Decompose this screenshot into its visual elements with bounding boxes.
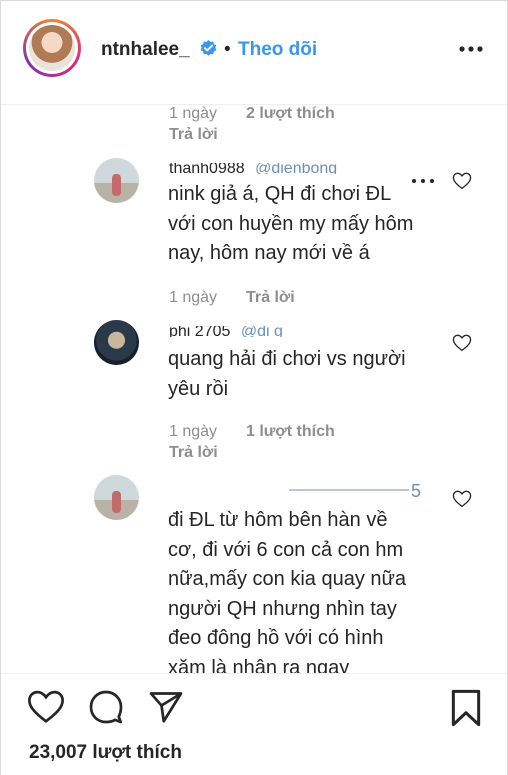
mention-handle[interactable]: 5 bbox=[411, 481, 421, 502]
commenter-avatar[interactable] bbox=[94, 320, 139, 365]
comment-text: quang hải đi chơi vs người yêu rồi bbox=[168, 348, 406, 400]
commenter-avatar[interactable] bbox=[94, 158, 139, 203]
follow-button[interactable]: Theo dõi bbox=[238, 39, 317, 61]
verified-badge-icon bbox=[200, 39, 217, 56]
profile-avatar[interactable] bbox=[23, 19, 81, 77]
more-options-icon[interactable] bbox=[458, 39, 484, 59]
like-heart-icon[interactable] bbox=[27, 689, 65, 725]
comment-text: nink giả á, QH đi chơi ĐL với con huyền … bbox=[168, 183, 414, 264]
mention-handle[interactable]: @dienbong bbox=[255, 163, 337, 174]
like-comment-heart-icon[interactable] bbox=[452, 334, 472, 352]
avatar-photo bbox=[29, 25, 75, 71]
mention-handle[interactable]: @di g bbox=[241, 326, 283, 337]
commenter-name[interactable]: thanh0988 @dienbong bbox=[169, 163, 337, 174]
reply-button[interactable]: Trả lời bbox=[246, 289, 295, 307]
comment-text: đi ĐL từ hôm bên hàn về cơ, đi với 6 con… bbox=[168, 509, 407, 673]
likes-count[interactable]: 23,007 lượt thích bbox=[29, 742, 182, 764]
reply-button[interactable]: Trả lời bbox=[169, 126, 218, 144]
separator-dot: • bbox=[224, 39, 231, 60]
comment-time: 1 ngày bbox=[169, 289, 218, 306]
like-comment-heart-icon[interactable] bbox=[452, 490, 472, 508]
comment-time: 1 ngày bbox=[169, 105, 218, 122]
reply-button[interactable]: Trả lời bbox=[169, 444, 218, 462]
comment-bubble-icon[interactable] bbox=[88, 689, 124, 725]
save-bookmark-icon[interactable] bbox=[449, 689, 483, 727]
comment-likes[interactable]: 2 lượt thích bbox=[246, 105, 335, 123]
commenter-name[interactable]: phi 2705 @di g bbox=[169, 326, 283, 337]
like-comment-heart-icon[interactable] bbox=[452, 172, 472, 190]
comment-likes[interactable]: 1 lượt thích bbox=[246, 423, 335, 441]
username[interactable]: ntnhalee_ bbox=[101, 39, 190, 61]
post-header: ntnhalee_ • Theo dõi bbox=[1, 1, 507, 105]
post-panel: ntnhalee_ • Theo dõi 1 ngày 2 lượt thích… bbox=[0, 0, 508, 775]
share-send-icon[interactable] bbox=[148, 689, 184, 725]
comment-time: 1 ngày bbox=[169, 423, 218, 440]
comments-list: 1 ngày 2 lượt thích Trả lời thanh0988 @d… bbox=[1, 105, 507, 673]
commenter-avatar[interactable] bbox=[94, 475, 139, 520]
commenter-name[interactable] bbox=[169, 484, 419, 495]
post-actions-bar: 23,007 lượt thích bbox=[1, 673, 507, 775]
